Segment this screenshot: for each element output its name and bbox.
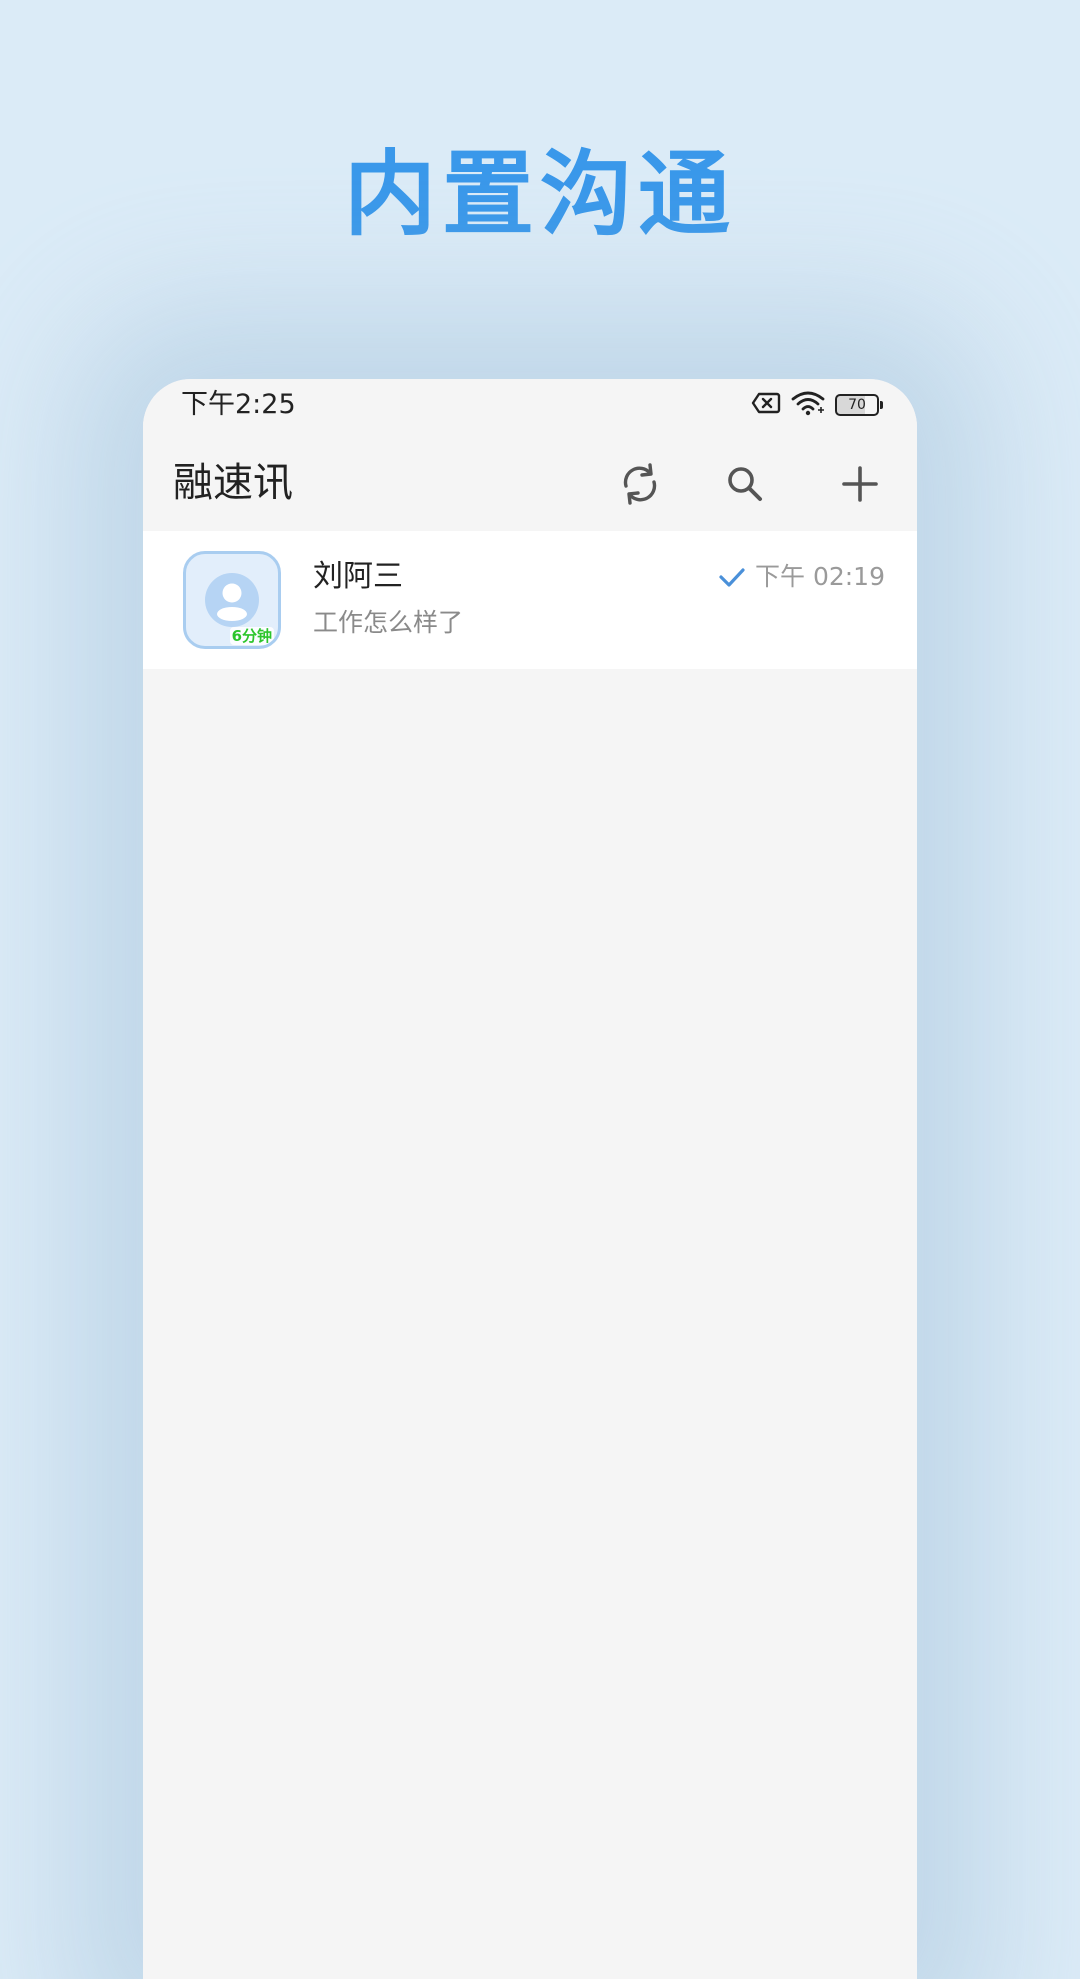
app-bar: 融速讯 bbox=[143, 435, 917, 531]
status-time: 下午2:25 bbox=[181, 389, 296, 420]
promo-headline: 内置沟通 bbox=[343, 141, 736, 248]
add-icon bbox=[842, 466, 878, 502]
avatar-badge: 6分钟 bbox=[229, 627, 274, 645]
conversation-preview: 工作怎么样了 bbox=[313, 608, 464, 637]
add-button[interactable] bbox=[833, 457, 887, 511]
status-icons: 70 bbox=[751, 383, 883, 427]
refresh-icon bbox=[623, 463, 657, 505]
app-title: 融速讯 bbox=[173, 460, 293, 506]
sim-off-icon bbox=[751, 392, 781, 418]
status-bar: 下午2:25 70 bbox=[143, 379, 917, 435]
check-icon bbox=[719, 568, 745, 587]
wifi-icon bbox=[791, 390, 825, 420]
conversation-time: 下午 02:19 bbox=[755, 562, 885, 591]
battery-level: 70 bbox=[848, 397, 866, 413]
search-button[interactable] bbox=[718, 457, 772, 511]
avatar: 6分钟 bbox=[183, 551, 281, 649]
search-icon bbox=[728, 467, 762, 501]
phone-screen: 下午2:25 70 融速讯 6分钟 刘阿三 工作怎么样了 下午 02:19 bbox=[143, 379, 917, 1979]
conversation-name: 刘阿三 bbox=[313, 559, 403, 594]
battery-icon: 70 bbox=[835, 394, 883, 416]
refresh-button[interactable] bbox=[613, 457, 667, 511]
conversation-item[interactable]: 6分钟 刘阿三 工作怎么样了 下午 02:19 bbox=[143, 531, 917, 669]
